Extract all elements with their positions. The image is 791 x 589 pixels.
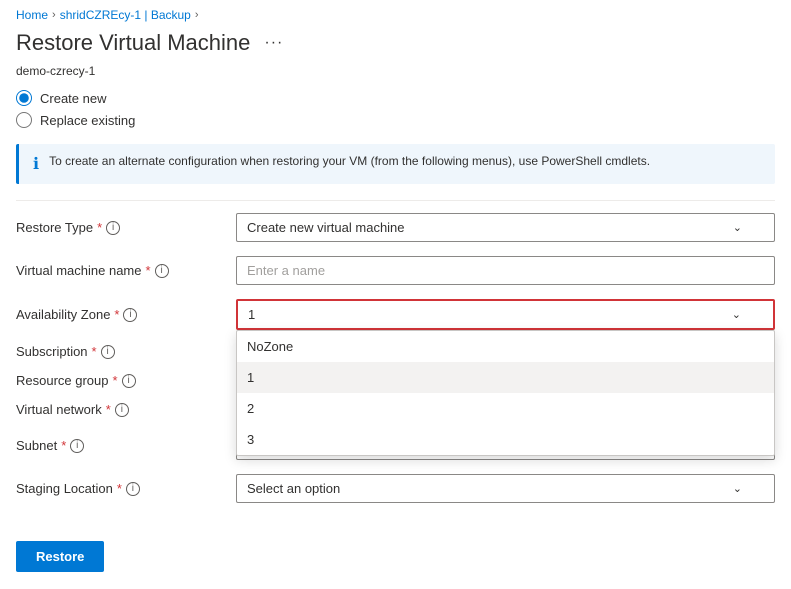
breadcrumb-resource[interactable]: shridCZREcy-1 | Backup (60, 8, 191, 22)
divider (16, 200, 775, 201)
page-subtitle: demo-czrecy-1 (0, 64, 791, 86)
info-circle-virtual-network[interactable]: i (115, 403, 129, 417)
restore-type-dropdown[interactable]: Create new virtual machine ⌄ (236, 213, 775, 242)
breadcrumb-home[interactable]: Home (16, 8, 48, 22)
staging-location-value: Select an option (247, 481, 340, 496)
label-virtual-network: Virtual network * i (16, 402, 236, 417)
dropdown-wrapper-staging-location: Select an option ⌄ (236, 474, 775, 503)
required-star-virtual-network: * (106, 402, 111, 417)
label-restore-type: Restore Type * i (16, 220, 236, 235)
page-header: Restore Virtual Machine ··· (0, 26, 791, 64)
radio-create-new-label: Create new (40, 91, 106, 106)
info-icon: ℹ (33, 154, 39, 174)
az-option-2[interactable]: 2 (237, 393, 774, 424)
az-option-1[interactable]: 1 (237, 362, 774, 393)
label-subnet: Subnet * i (16, 438, 236, 453)
az-option-nozone[interactable]: NoZone (237, 331, 774, 362)
dropdown-wrapper-restore-type: Create new virtual machine ⌄ (236, 213, 775, 242)
radio-create-new[interactable]: Create new (16, 90, 775, 106)
required-star-subscription: * (92, 344, 97, 359)
info-banner: ℹ To create an alternate configuration w… (16, 144, 775, 184)
page-title: Restore Virtual Machine (16, 30, 250, 56)
info-circle-vm-name[interactable]: i (155, 264, 169, 278)
ellipsis-button[interactable]: ··· (258, 32, 289, 54)
breadcrumb: Home › shridCZREcy-1 | Backup › (0, 0, 791, 26)
vm-name-input[interactable] (236, 256, 775, 285)
required-star-restore-type: * (97, 220, 102, 235)
label-staging-location: Staging Location * i (16, 481, 236, 496)
availability-zone-value: 1 (248, 307, 255, 322)
chevron-down-icon-az: ⌄ (732, 308, 741, 321)
restore-button[interactable]: Restore (16, 541, 104, 572)
required-star-vm-name: * (146, 263, 151, 278)
availability-zone-dropdown-list: NoZone 1 2 3 (236, 330, 775, 456)
info-circle-resource-group[interactable]: i (122, 374, 136, 388)
info-banner-text: To create an alternate configuration whe… (49, 154, 650, 168)
required-star-availability-zone: * (114, 307, 119, 322)
required-star-subnet: * (61, 438, 66, 453)
required-star-resource-group: * (113, 373, 118, 388)
dropdown-wrapper-availability-zone: 1 ⌄ NoZone 1 2 3 (236, 299, 775, 330)
chevron-down-icon-staging: ⌄ (733, 482, 742, 495)
radio-create-new-input[interactable] (16, 90, 32, 106)
radio-replace-existing-input[interactable] (16, 112, 32, 128)
label-availability-zone: Availability Zone * i (16, 307, 236, 322)
radio-replace-existing-label: Replace existing (40, 113, 135, 128)
form-row-vm-name: Virtual machine name * i (16, 256, 775, 285)
radio-replace-existing[interactable]: Replace existing (16, 112, 775, 128)
restore-mode-radio-group: Create new Replace existing (0, 86, 791, 140)
staging-location-dropdown[interactable]: Select an option ⌄ (236, 474, 775, 503)
availability-zone-dropdown[interactable]: 1 ⌄ (236, 299, 775, 330)
info-circle-availability-zone[interactable]: i (123, 308, 137, 322)
info-circle-staging-location[interactable]: i (126, 482, 140, 496)
form-area: Restore Type * i Create new virtual mach… (0, 213, 791, 533)
input-wrapper-vm-name (236, 256, 775, 285)
form-row-availability-zone: Availability Zone * i 1 ⌄ NoZone 1 2 3 (16, 299, 775, 330)
form-row-restore-type: Restore Type * i Create new virtual mach… (16, 213, 775, 242)
label-vm-name: Virtual machine name * i (16, 263, 236, 278)
required-star-staging-location: * (117, 481, 122, 496)
restore-type-value: Create new virtual machine (247, 220, 405, 235)
breadcrumb-sep-2: › (195, 9, 199, 21)
label-subscription: Subscription * i (16, 344, 236, 359)
breadcrumb-sep-1: › (52, 9, 56, 21)
info-circle-restore-type[interactable]: i (106, 221, 120, 235)
info-circle-subscription[interactable]: i (101, 345, 115, 359)
chevron-down-icon: ⌄ (733, 221, 742, 234)
info-circle-subnet[interactable]: i (70, 439, 84, 453)
az-option-3[interactable]: 3 (237, 424, 774, 455)
label-resource-group: Resource group * i (16, 373, 236, 388)
form-row-staging-location: Staging Location * i Select an option ⌄ (16, 474, 775, 503)
